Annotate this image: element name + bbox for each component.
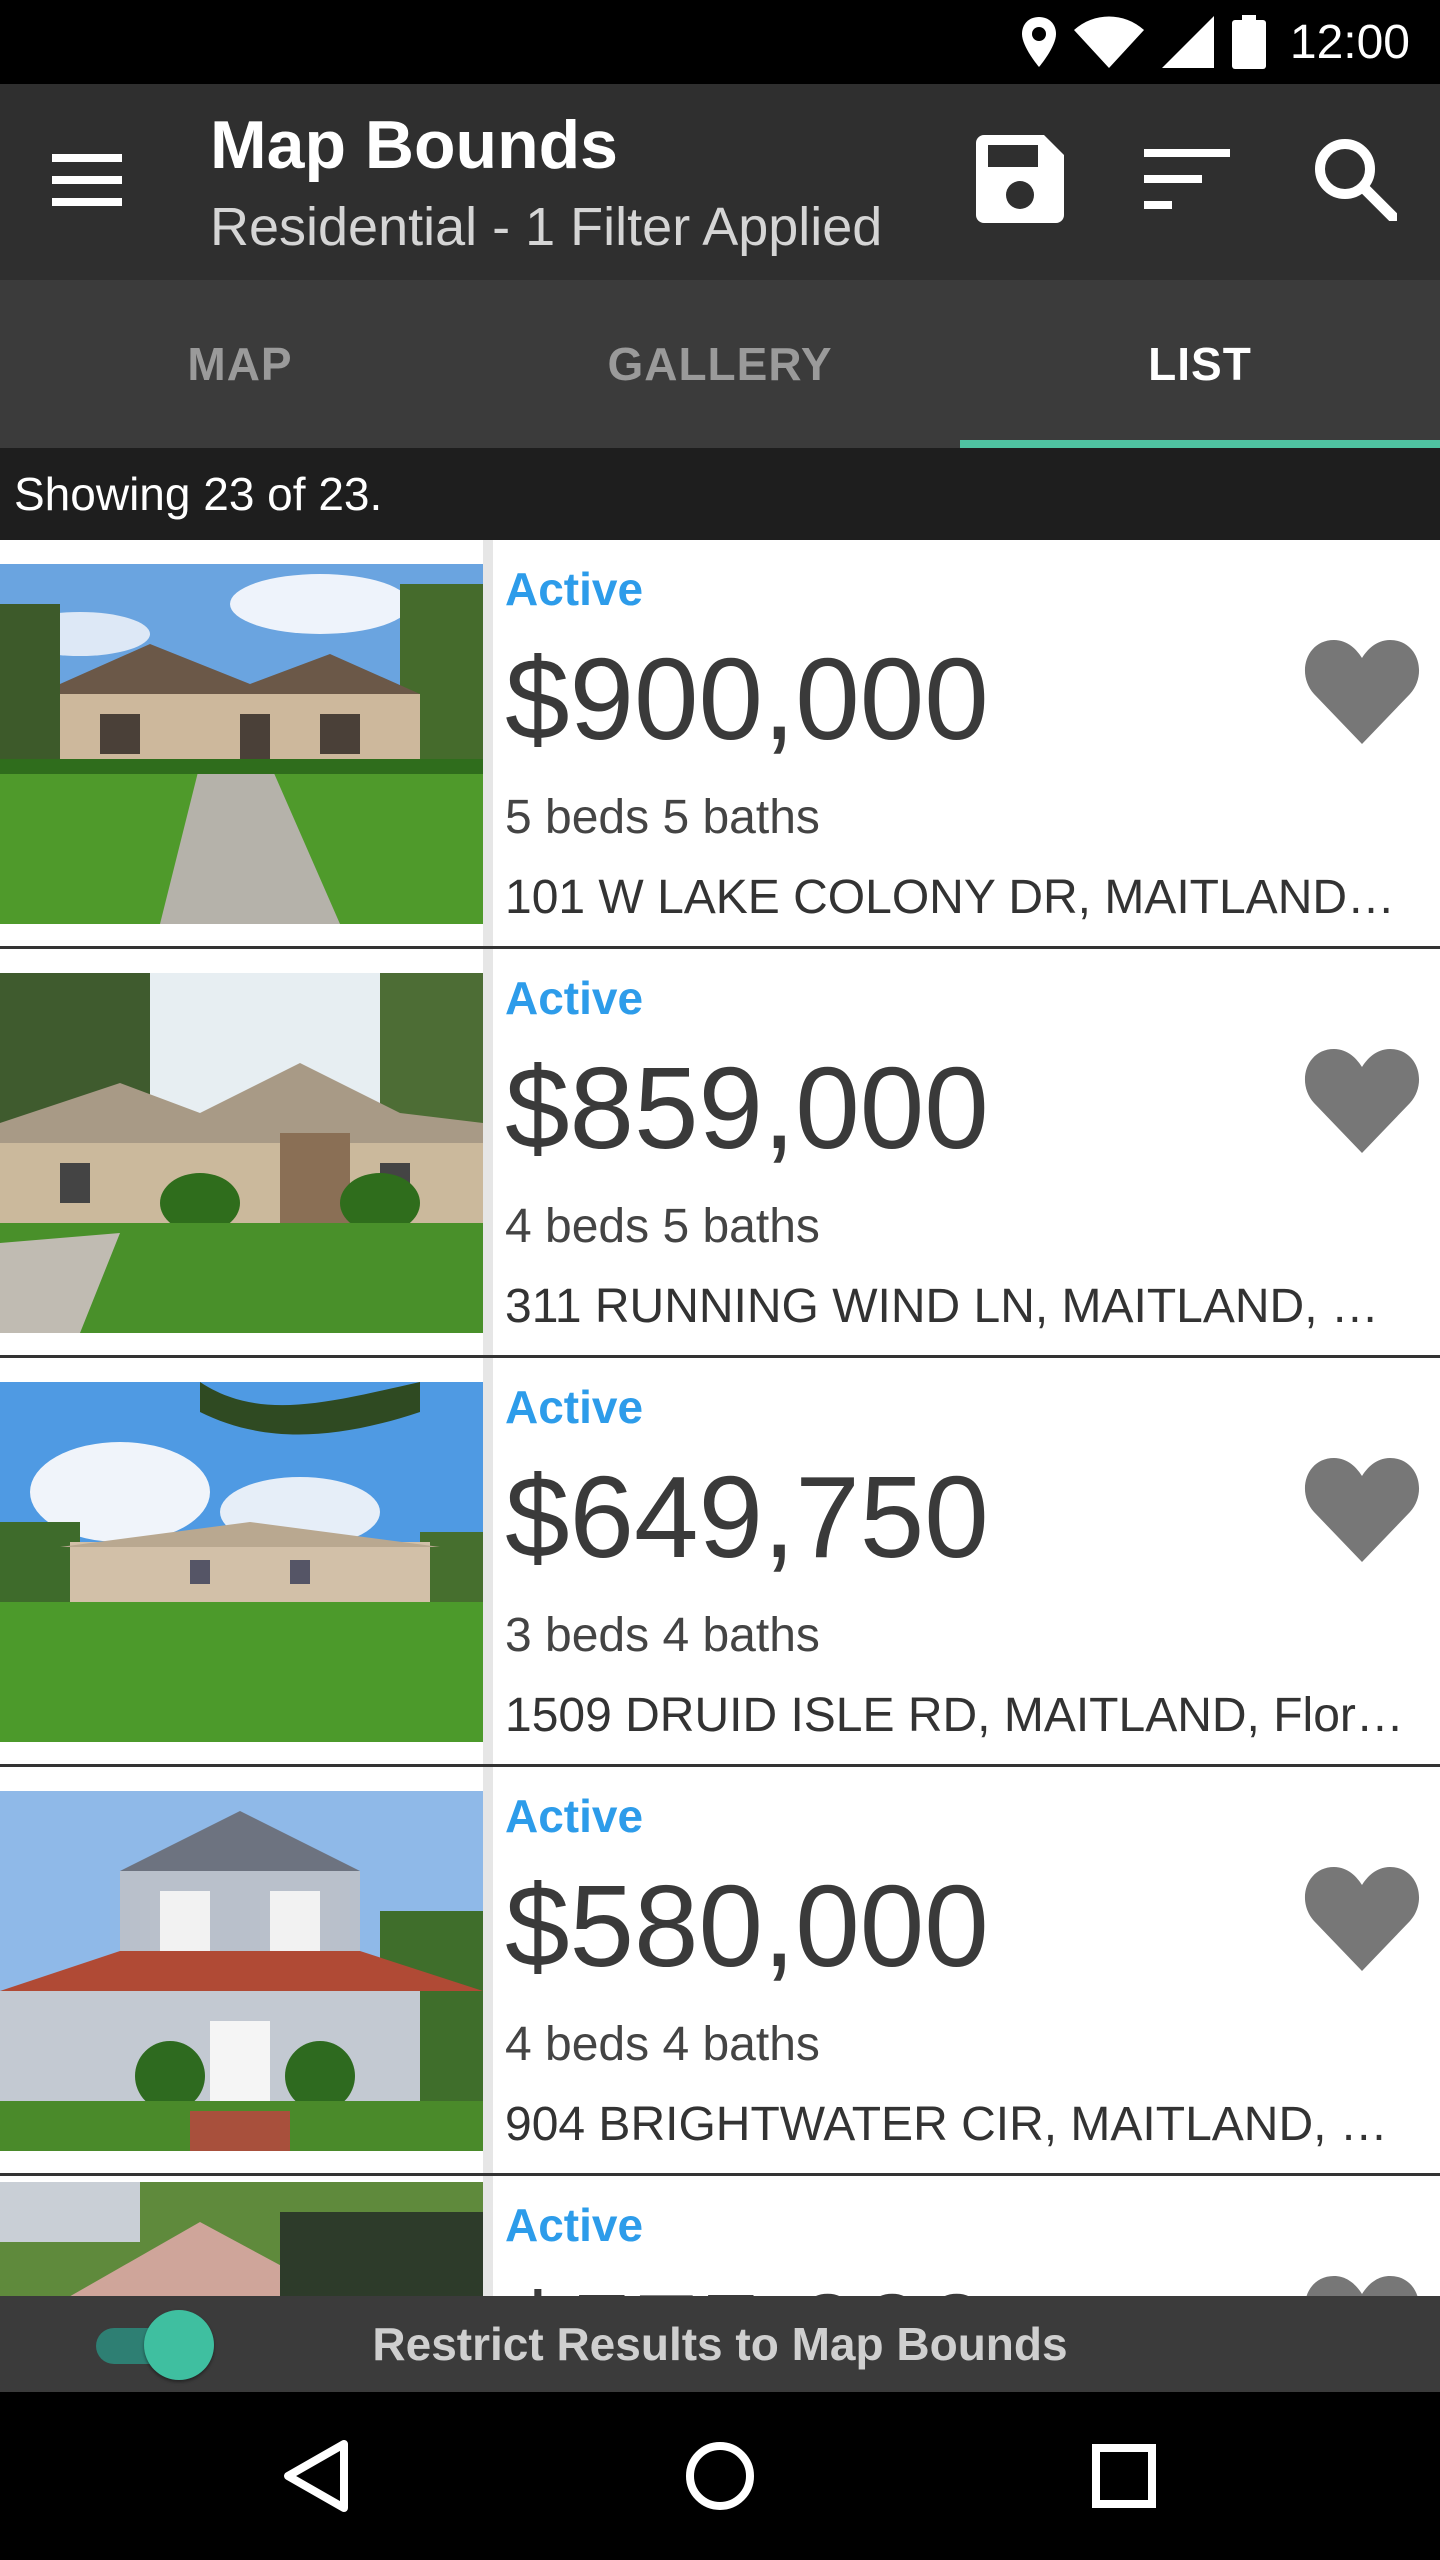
listing-list[interactable]: Active $900,000 5 beds 5 baths 101 W LAK… (0, 540, 1440, 2296)
heart-icon (1304, 640, 1420, 744)
listing-address: 101 W LAKE COLONY DR, MAITLAND, Fl… (505, 871, 1405, 924)
recents-button[interactable] (1074, 2426, 1174, 2526)
recents-square-icon (1092, 2444, 1156, 2508)
menu-button[interactable] (52, 144, 142, 224)
listing-photo (0, 564, 483, 924)
home-button[interactable] (670, 2426, 770, 2526)
heart-icon (1304, 1049, 1420, 1153)
heart-icon (1306, 2276, 1418, 2296)
active-tab-indicator (960, 440, 1440, 448)
listing-photo (0, 973, 483, 1333)
sort-icon (1144, 149, 1230, 209)
system-nav-bar (0, 2392, 1440, 2560)
home-circle-icon (686, 2442, 754, 2510)
location-icon (1021, 17, 1056, 67)
photo-divider (483, 1767, 493, 2173)
listing-address: 1509 DRUID ISLE RD, MAITLAND, Florid… (505, 1689, 1405, 1742)
search-button[interactable] (1300, 124, 1410, 234)
listing-row[interactable]: Active $649,750 3 beds 4 baths 1509 DRUI… (0, 1358, 1440, 1767)
favorite-button[interactable] (1304, 2272, 1420, 2296)
favorite-button[interactable] (1304, 1045, 1420, 1155)
listing-photo (0, 2182, 483, 2296)
restrict-label: Restrict Results to Map Bounds (372, 2318, 1068, 2370)
page-title: Map Bounds (210, 107, 618, 183)
results-count: Showing 23 of 23. (0, 448, 1440, 540)
view-tabs: MAP GALLERY LIST (0, 280, 1440, 448)
listing-status: Active (505, 972, 644, 1024)
listing-row[interactable]: Active $575,000 (0, 2176, 1440, 2296)
listing-beds-baths: 4 beds 5 baths (505, 1200, 820, 1253)
listing-price: $580,000 (505, 1861, 989, 1991)
favorite-button[interactable] (1304, 1863, 1420, 1973)
listing-status: Active (505, 1381, 644, 1433)
photo-divider (483, 2176, 493, 2296)
status-time: 12:00 (1289, 15, 1410, 69)
tab-map[interactable]: MAP (0, 280, 480, 448)
signal-icon (1161, 16, 1214, 68)
sort-button[interactable] (1132, 124, 1242, 234)
restrict-toggle[interactable] (96, 2310, 214, 2380)
save-icon (976, 135, 1064, 223)
save-button[interactable] (965, 124, 1075, 234)
listing-price: $900,000 (505, 634, 989, 764)
listing-address: 904 BRIGHTWATER CIR, MAITLAND, Flo… (505, 2098, 1405, 2151)
status-bar: 12:00 (0, 0, 1440, 84)
toggle-thumb (144, 2310, 214, 2380)
tab-gallery[interactable]: GALLERY (480, 280, 960, 448)
photo-divider (483, 540, 493, 946)
search-icon (1315, 139, 1397, 221)
wifi-icon (1073, 16, 1144, 68)
app-bar: Map Bounds Residential - 1 Filter Applie… (0, 84, 1440, 280)
page-subtitle: Residential - 1 Filter Applied (210, 197, 883, 257)
listing-address: 311 RUNNING WIND LN, MAITLAND, Flo… (505, 1280, 1405, 1333)
favorite-button[interactable] (1304, 636, 1420, 746)
favorite-button[interactable] (1304, 1454, 1420, 1564)
battery-icon (1231, 15, 1266, 69)
photo-divider (483, 949, 493, 1355)
listing-price: $649,750 (505, 1452, 989, 1582)
photo-divider (483, 1358, 493, 1764)
restrict-bar: Restrict Results to Map Bounds (0, 2296, 1440, 2392)
listing-beds-baths: 5 beds 5 baths (505, 791, 820, 844)
listing-beds-baths: 4 beds 4 baths (505, 2018, 820, 2071)
listing-photo (0, 1791, 483, 2151)
listing-status: Active (505, 1790, 644, 1842)
listing-status: Active (505, 2199, 644, 2251)
listing-status: Active (505, 563, 644, 615)
listing-photo (0, 1382, 483, 1742)
listing-beds-baths: 3 beds 4 baths (505, 1609, 820, 1662)
heart-icon (1304, 1458, 1420, 1562)
listing-row[interactable]: Active $580,000 4 beds 4 baths 904 BRIGH… (0, 1767, 1440, 2176)
hamburger-menu-icon (52, 154, 122, 206)
heart-icon (1304, 1867, 1420, 1971)
listing-price: $575,000 (505, 2268, 989, 2296)
back-triangle-icon (284, 2440, 348, 2512)
tab-list[interactable]: LIST (960, 280, 1440, 448)
listing-row[interactable]: Active $859,000 4 beds 5 baths 311 RUNNI… (0, 949, 1440, 1358)
listing-row[interactable]: Active $900,000 5 beds 5 baths 101 W LAK… (0, 540, 1440, 949)
back-button[interactable] (266, 2426, 366, 2526)
listing-price: $859,000 (505, 1043, 989, 1173)
